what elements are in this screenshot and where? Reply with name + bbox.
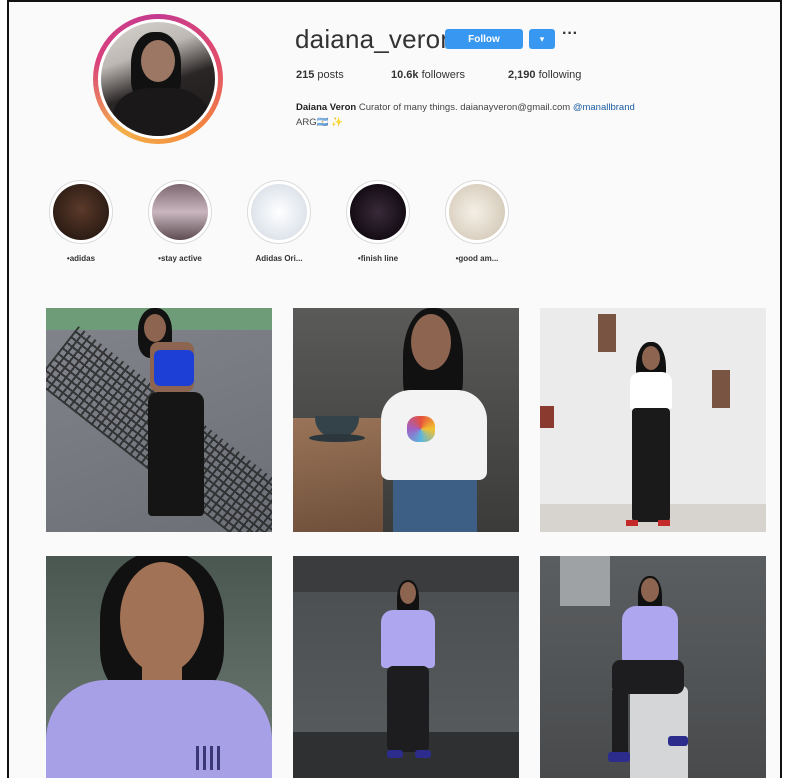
highlight-label: Adidas Ori... [255,254,303,263]
suggestions-dropdown-button[interactable]: ▾ [529,29,555,49]
highlight-cover [449,184,505,240]
highlight-adidas[interactable]: •adidas [36,180,126,263]
highlight-label: •finish line [357,254,399,263]
figure-top [154,350,194,386]
highlight-finish-line[interactable]: •finish line [333,180,423,263]
highlight-ring [148,180,212,244]
following-link[interactable]: 2,190 following [508,69,581,81]
post-white-wall-photo[interactable] [540,308,766,532]
username: daiana_veron [295,24,455,54]
coffee-saucer [309,434,365,442]
wall-tile [540,406,554,428]
post-coffee-table-photo[interactable] [293,308,519,532]
full-name: Daiana Veron [296,102,357,113]
figure-face [120,562,204,674]
post-selfie-photo[interactable] [46,556,272,778]
figure-head [641,578,659,602]
avatar-face [141,40,175,82]
highlight-good-am[interactable]: •good am... [432,180,522,263]
figure-pants [632,408,670,522]
figure-jeans [393,480,477,532]
post-tennis-net-photo[interactable] [46,308,272,532]
figure-tshirt [381,610,435,668]
shirt-graphic [407,416,435,442]
concrete-pillar [630,686,688,778]
following-number: 2,190 [508,69,536,81]
followers-label: followers [421,69,465,81]
wall-vent [560,556,610,606]
figure-shoe [608,752,630,762]
figure-tshirt [622,606,678,664]
followers-link[interactable]: 10.6k followers [391,69,465,81]
figure-shoe [387,750,403,758]
figure-leg [612,690,628,754]
highlight-label: •adidas [66,254,96,263]
shirt-logo [196,746,222,770]
highlight-adidas-originals[interactable]: Adidas Ori... [234,180,324,263]
figure-head [642,346,660,370]
wall-tile [598,314,616,352]
posts-count: 215 posts [296,69,344,81]
bio-line-2: ARG🇦🇷 ✨ [296,117,343,128]
highlight-cover [350,184,406,240]
figure-tshirt [46,680,272,778]
wall-tile [712,370,730,408]
figure-pants [148,392,204,516]
following-label: following [538,69,582,81]
posts-label: posts [317,69,344,81]
highlight-ring [247,180,311,244]
highlight-ring [49,180,113,244]
followers-number: 10.6k [391,69,419,81]
posts-number: 215 [296,69,315,81]
avatar-photo [98,19,218,139]
highlight-cover [152,184,208,240]
post-sitting-photo[interactable] [540,556,766,778]
highlight-cover [251,184,307,240]
highlight-label: •stay active [158,254,202,263]
profile-page: daiana_veron Follow ▾ ··· 215 posts 10.6… [7,0,782,778]
figure-shoe [415,750,431,758]
figure-pants [387,666,429,752]
avatar-body [113,88,209,136]
bio-line-1: Daiana Veron Curator of many things. dai… [296,100,766,115]
highlight-ring [346,180,410,244]
bio-text: Curator of many things. daianayveron@gma… [358,102,571,113]
figure-pants [612,660,684,694]
figure-head [400,582,416,604]
bio-mention-link[interactable]: @manallbrand [573,102,635,113]
highlight-ring [445,180,509,244]
profile-avatar[interactable] [93,14,223,144]
more-options-button[interactable]: ··· [562,25,578,43]
figure-shoe [658,520,670,526]
follow-button[interactable]: Follow [445,29,523,49]
highlight-cover [53,184,109,240]
figure-head [144,314,166,342]
highlight-label: •good am... [455,254,499,263]
profile-bio: Daiana Veron Curator of many things. dai… [296,100,766,130]
post-warehouse-photo[interactable] [293,556,519,778]
figure-shoe [668,736,688,746]
figure-shoe [626,520,638,526]
figure-tshirt [630,372,672,410]
figure-head [411,314,451,370]
highlight-stay-active[interactable]: •stay active [135,180,225,263]
